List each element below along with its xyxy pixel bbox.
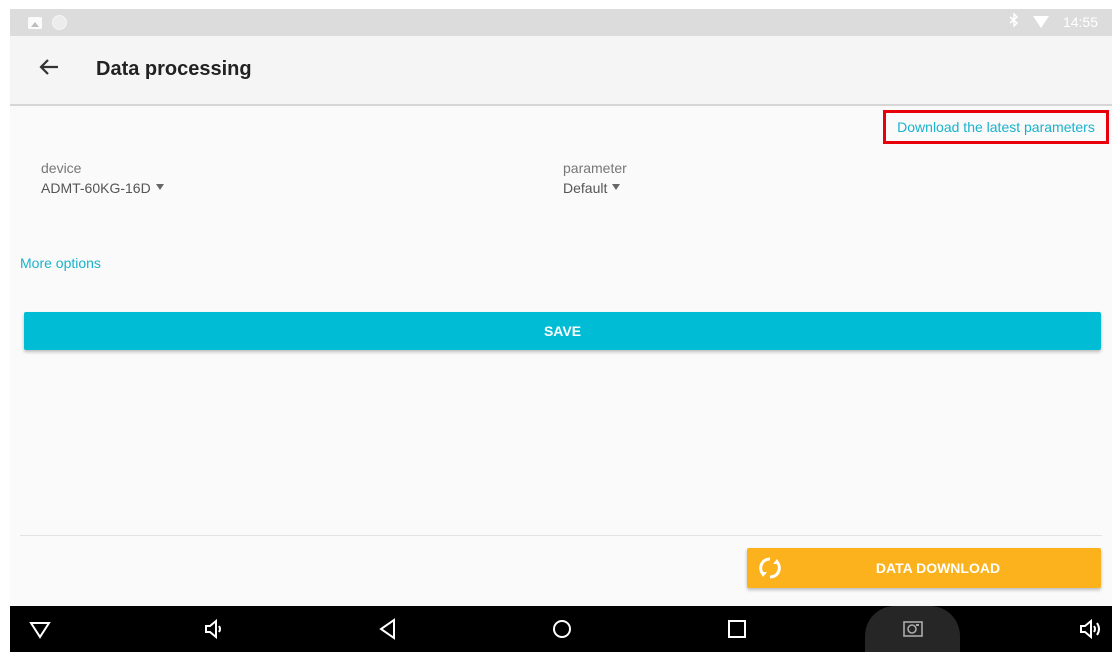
arrow-left-icon[interactable] <box>36 56 62 82</box>
page-title: Data processing <box>96 58 252 80</box>
device-select[interactable]: ADMT-60KG-16D <box>41 180 164 196</box>
screenshot-icon[interactable] <box>900 616 926 642</box>
status-bar: 14:55 <box>10 0 1112 36</box>
image-icon <box>28 16 42 29</box>
bluetooth-icon <box>1009 12 1019 30</box>
volume-down-icon[interactable] <box>201 616 227 642</box>
save-button[interactable]: SAVE <box>24 312 1101 350</box>
download-latest-parameters-link[interactable]: Download the latest parameters <box>883 110 1109 144</box>
app-toolbar: Data processing <box>10 36 1112 106</box>
status-time: 14:55 <box>1062 13 1098 30</box>
parameter-label: parameter <box>563 160 627 176</box>
device-label: device <box>41 160 82 176</box>
status-left-icons <box>28 15 67 30</box>
home-icon[interactable] <box>549 616 575 642</box>
caret-down-icon <box>612 184 621 191</box>
wifi-icon <box>1032 15 1049 28</box>
data-download-label: DATA DOWNLOAD <box>875 560 1001 576</box>
volume-up-icon[interactable] <box>1078 616 1104 642</box>
data-download-button[interactable]: DATA DOWNLOAD <box>747 548 1101 588</box>
parameter-select[interactable]: Default <box>563 180 621 196</box>
more-options-link[interactable]: More options <box>20 255 101 271</box>
back-icon[interactable] <box>375 616 401 642</box>
parameter-select-value: Default <box>563 180 608 196</box>
circle-icon <box>52 15 67 30</box>
app-screen: 14:55 Data processing Download the lates… <box>10 0 1112 652</box>
collapse-icon[interactable] <box>27 616 53 642</box>
status-right-icons: 14:55 <box>1009 12 1098 30</box>
recents-icon[interactable] <box>724 616 750 642</box>
device-select-value: ADMT-60KG-16D <box>41 180 151 196</box>
divider <box>20 535 1102 536</box>
caret-down-icon <box>155 184 164 191</box>
